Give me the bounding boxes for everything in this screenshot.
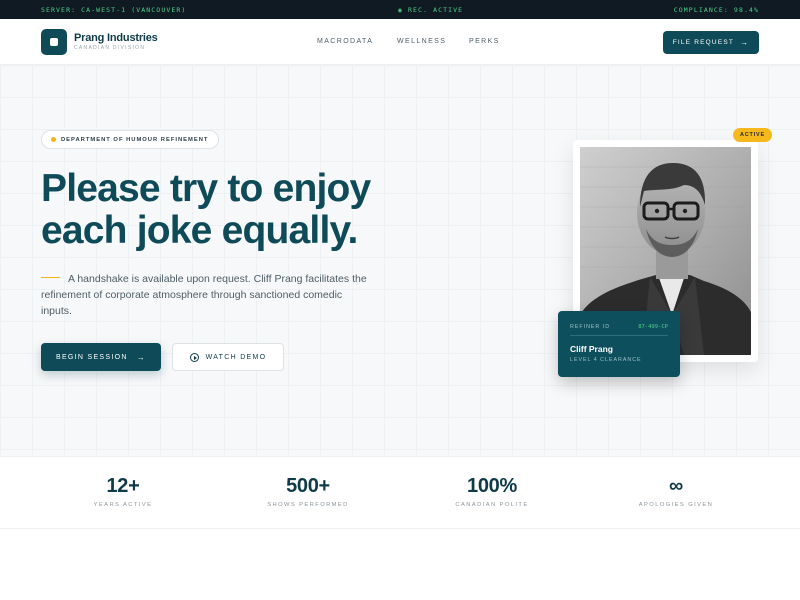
department-pill: DEPARTMENT OF HUMOUR REFINEMENT xyxy=(41,130,220,149)
headline-line-2: each joke equally. xyxy=(41,209,358,252)
hero-section: DEPARTMENT OF HUMOUR REFINEMENT Please t… xyxy=(0,65,800,456)
stat-value: 100% xyxy=(467,475,517,497)
compliance-status: COMPLIANCE: 98.4% xyxy=(673,6,759,14)
stat-value: ∞ xyxy=(669,475,683,497)
stat-value: 12+ xyxy=(106,475,140,497)
arrow-right-icon: → xyxy=(136,352,147,362)
file-request-label: FILE REQUEST xyxy=(672,39,735,46)
play-icon xyxy=(189,352,199,362)
stats-bar: 12+ YEARS ACTIVE 500+ SHOWS PERFORMED 10… xyxy=(0,456,800,529)
watch-demo-button[interactable]: WATCH DEMO xyxy=(172,343,284,371)
nav-item-wellness[interactable]: WELLNESS xyxy=(397,38,446,45)
stat-value: 500+ xyxy=(286,475,330,497)
status-badge: ACTIVE xyxy=(733,128,772,142)
nav-item-perks[interactable]: PERKS xyxy=(469,38,500,45)
logo-icon[interactable] xyxy=(41,29,67,55)
begin-session-label: BEGIN SESSION xyxy=(55,353,128,361)
file-request-button[interactable]: FILE REQUEST → xyxy=(663,31,759,54)
stat-label: APOLOGIES GIVEN xyxy=(638,502,714,508)
refiner-id-value: 87-499-CP xyxy=(638,324,668,330)
stat-canadian-polite: 100% CANADIAN POLITE xyxy=(392,457,592,530)
refiner-name: Cliff Prang xyxy=(570,344,613,354)
brand-subtitle: CANADIAN DIVISION xyxy=(74,45,146,51)
arrow-right-icon: → xyxy=(740,38,750,47)
stat-label: SHOWS PERFORMED xyxy=(267,502,349,508)
begin-session-button[interactable]: BEGIN SESSION → xyxy=(41,343,161,371)
watch-demo-label: WATCH DEMO xyxy=(205,353,267,361)
brand-name[interactable]: Prang Industries xyxy=(74,32,158,44)
refiner-id-card: REFINER ID 87-499-CP Cliff Prang LEVEL 4… xyxy=(558,311,680,377)
accent-rule xyxy=(41,277,60,279)
clearance-level: LEVEL 4 CLEARANCE xyxy=(570,357,642,363)
nav-item-macrodata[interactable]: MACRODATA xyxy=(317,38,373,45)
recording-status: ◉ REC. ACTIVE xyxy=(398,6,464,14)
stat-shows-performed: 500+ SHOWS PERFORMED xyxy=(208,457,408,530)
stat-years-active: 12+ YEARS ACTIVE xyxy=(23,457,223,530)
refiner-id-label: REFINER ID xyxy=(570,324,611,330)
status-bar: SERVER: CA-WEST-1 (VANCOUVER) ◉ REC. ACT… xyxy=(0,0,800,19)
server-status: SERVER: CA-WEST-1 (VANCOUVER) xyxy=(41,6,187,14)
site-header: Prang Industries CANADIAN DIVISION MACRO… xyxy=(0,19,800,65)
department-label: DEPARTMENT OF HUMOUR REFINEMENT xyxy=(61,136,209,143)
stat-apologies-given: ∞ APOLOGIES GIVEN xyxy=(576,457,776,530)
status-dot-icon xyxy=(51,137,56,142)
stat-label: YEARS ACTIVE xyxy=(93,502,153,508)
hero-description: A handshake is available upon request. C… xyxy=(41,271,371,319)
page-title: Please try to enjoy each joke equally. xyxy=(41,167,371,252)
stat-label: CANADIAN POLITE xyxy=(455,502,529,508)
hero-description-text: A handshake is available upon request. C… xyxy=(41,273,367,317)
divider xyxy=(570,335,668,336)
headline-line-1: Please try to enjoy xyxy=(41,167,371,210)
